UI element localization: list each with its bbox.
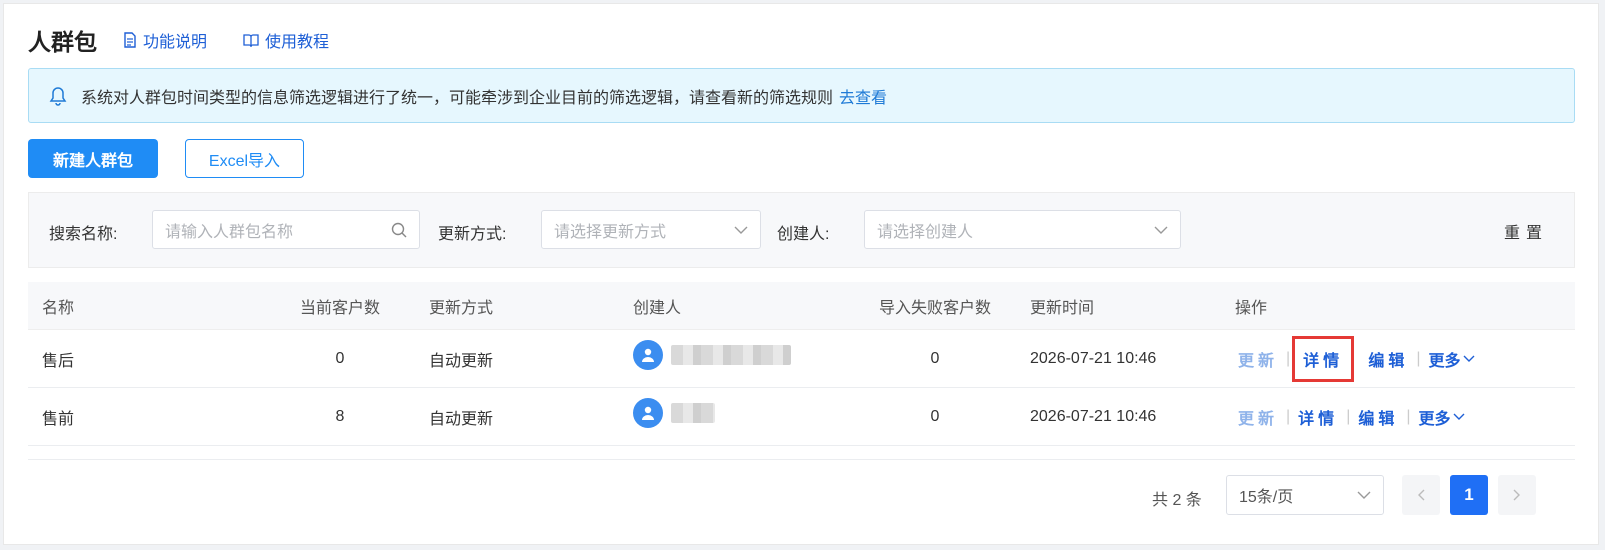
update-button[interactable]: 更新 (1238, 347, 1278, 371)
row-time: 2026-07-21 10:46 (1030, 407, 1157, 425)
search-label: 搜索名称: (49, 226, 118, 243)
new-crowd-pack-button[interactable]: 新建人群包 (28, 139, 158, 178)
update-mode-placeholder: 请选择更新方式 (554, 223, 667, 241)
row-ops: 更新 | 详情 | 编辑 | 更多 (1238, 388, 1465, 445)
header-count: 当前客户数 (299, 299, 380, 317)
creator-select[interactable]: 请选择创建人 (864, 210, 1181, 249)
search-placeholder: 请输入人群包名称 (165, 223, 294, 241)
table-header: 名称 当前客户数 更新方式 创建人 导入失败客户数 更新时间 操作 (28, 282, 1575, 330)
header-failed: 导入失败客户数 (878, 299, 991, 317)
edit-button[interactable]: 编辑 (1368, 347, 1408, 371)
row-mode: 自动更新 (429, 352, 494, 370)
search-input[interactable]: 请输入人群包名称 (152, 210, 420, 249)
update-button[interactable]: 更新 (1238, 405, 1278, 429)
excel-import-button[interactable]: Excel导入 (185, 139, 304, 178)
row-count: 8 (335, 407, 345, 425)
features-link[interactable]: 功能说明 (123, 28, 207, 52)
reset-button[interactable]: 重置 (1504, 219, 1548, 243)
page-1-button[interactable]: 1 (1450, 475, 1488, 515)
book-icon (243, 34, 259, 47)
more-label: 更多 (1418, 410, 1451, 428)
row-creator (633, 326, 791, 383)
detail-button[interactable]: 详情 (1298, 405, 1338, 429)
divider: | (1416, 349, 1421, 367)
header-ops: 操作 (1235, 299, 1268, 317)
blurred-creator-name (671, 344, 791, 365)
page-size-value: 15条/页 (1239, 489, 1294, 506)
notice-text: 系统对人群包时间类型的信息筛选逻辑进行了统一，可能牵涉到企业目前的筛选逻辑，请查… (81, 89, 834, 107)
table-row: 售前 8 自动更新 0 2026-07-21 10:46 更新 | 详情 | 编… (28, 388, 1575, 446)
features-link-label: 功能说明 (143, 34, 208, 51)
divider: | (1286, 407, 1291, 425)
search-icon (391, 222, 407, 237)
row-name: 售后 (42, 352, 75, 370)
avatar (633, 339, 663, 370)
chevron-down-icon (1463, 355, 1475, 362)
chevron-down-icon (1453, 413, 1465, 420)
chevron-right-icon (1513, 489, 1520, 501)
table-row: 售后 0 自动更新 0 2026-07-21 10:46 更新 | 详情 | 编… (28, 330, 1575, 388)
header-time: 更新时间 (1030, 299, 1095, 317)
avatar (633, 397, 663, 428)
page-title: 人群包 (28, 29, 97, 55)
row-name: 售前 (42, 410, 75, 428)
more-button[interactable]: 更多 (1419, 405, 1465, 429)
divider: | (1286, 349, 1291, 367)
edit-button[interactable]: 编辑 (1358, 405, 1398, 429)
chevron-down-icon (734, 226, 748, 234)
next-page-button[interactable] (1498, 475, 1536, 515)
bell-icon (49, 86, 67, 106)
divider: | (1346, 407, 1351, 425)
creator-label: 创建人: (777, 226, 830, 243)
creator-placeholder: 请选择创建人 (877, 223, 974, 241)
detail-button[interactable]: 详情 (1292, 335, 1355, 382)
chevron-down-icon (1154, 226, 1168, 234)
page-size-select[interactable]: 15条/页 (1226, 475, 1384, 515)
document-icon (124, 32, 136, 48)
blurred-creator-name (671, 402, 715, 423)
header-name: 名称 (42, 299, 75, 317)
prev-page-button[interactable] (1402, 475, 1440, 515)
row-count: 0 (335, 349, 345, 367)
more-label: 更多 (1428, 352, 1461, 370)
filter-bar: 搜索名称: 请输入人群包名称 更新方式: 请选择更新方式 创建人: 请选择创建人… (28, 192, 1575, 268)
header-mode: 更新方式 (429, 299, 494, 317)
row-time: 2026-07-21 10:46 (1030, 349, 1157, 367)
notice-link[interactable]: 去查看 (839, 84, 887, 108)
user-icon (642, 406, 654, 420)
pagination-total: 共 2 条 (1152, 492, 1202, 509)
row-failed: 0 (930, 349, 940, 367)
divider: | (1406, 407, 1411, 425)
update-mode-label: 更新方式: (438, 226, 507, 243)
page: 人群包 功能说明 使用教程 系统对人群包时间类型的信息筛选逻辑进行了统一，可能牵… (3, 3, 1599, 545)
table-footer-line (28, 446, 1575, 460)
row-mode: 自动更新 (429, 410, 494, 428)
row-ops: 更新 | 详情 | 编辑 | 更多 (1238, 330, 1475, 387)
header-creator: 创建人 (633, 299, 682, 317)
chevron-left-icon (1418, 489, 1425, 501)
notice-banner: 系统对人群包时间类型的信息筛选逻辑进行了统一，可能牵涉到企业目前的筛选逻辑，请查… (28, 68, 1575, 123)
more-button[interactable]: 更多 (1429, 347, 1475, 371)
row-failed: 0 (930, 407, 940, 425)
crowd-pack-table: 名称 当前客户数 更新方式 创建人 导入失败客户数 更新时间 操作 售后 0 自… (28, 282, 1575, 460)
chevron-down-icon (1357, 491, 1371, 499)
row-creator (633, 384, 715, 441)
update-mode-select[interactable]: 请选择更新方式 (541, 210, 761, 249)
tutorial-link[interactable]: 使用教程 (243, 28, 329, 52)
tutorial-link-label: 使用教程 (265, 34, 330, 51)
user-icon (642, 348, 654, 362)
header: 人群包 功能说明 使用教程 (28, 24, 365, 56)
